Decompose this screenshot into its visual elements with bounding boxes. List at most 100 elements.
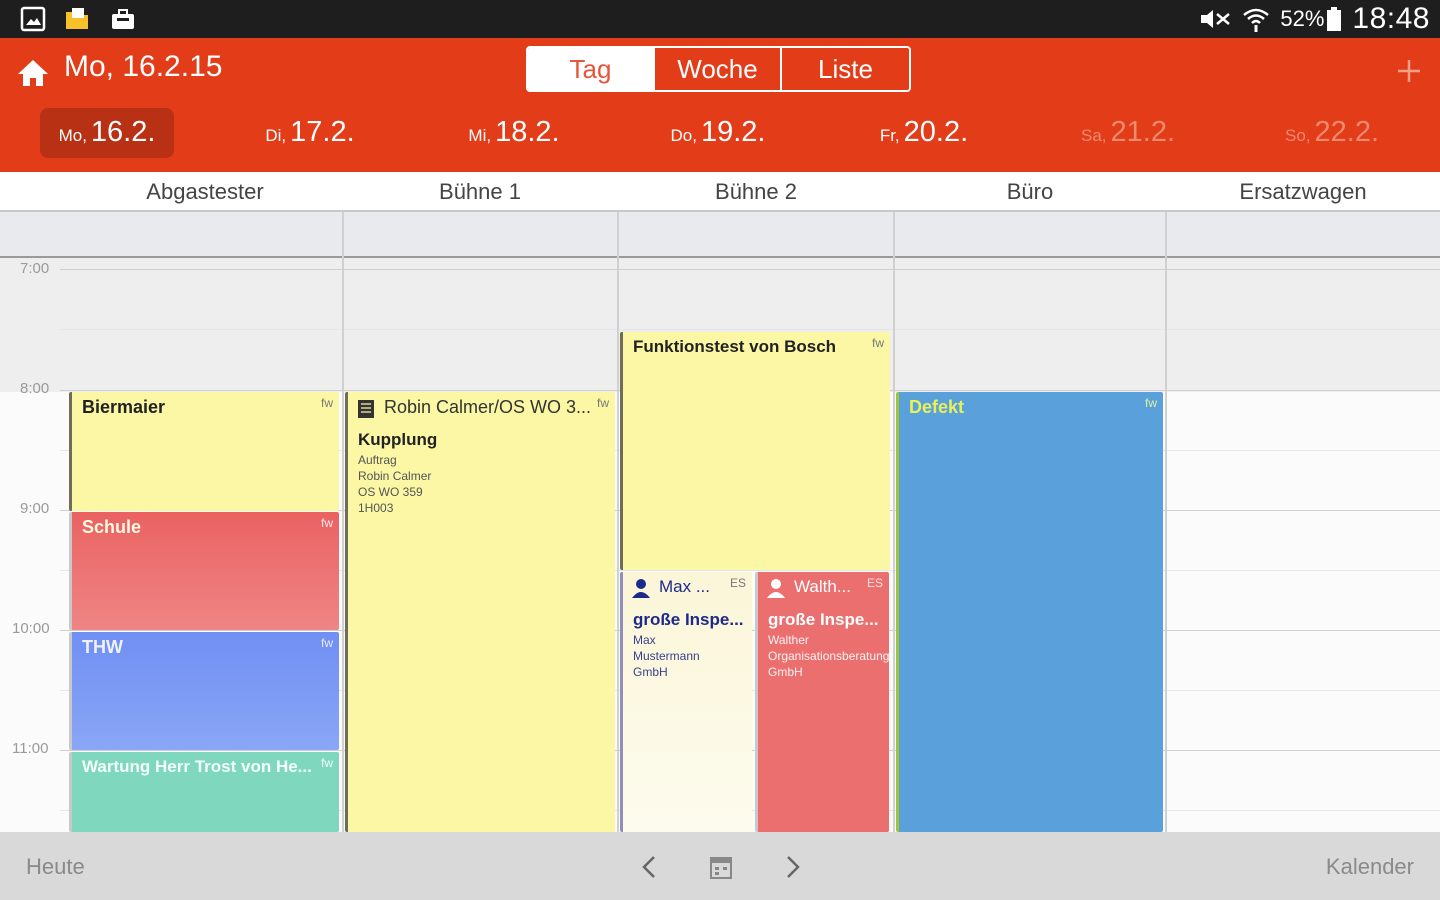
app-header: Mo, 16.2.15 Tag Woche Liste Mo, 16.2. Di… xyxy=(0,38,1440,172)
event-detail-line: 1H003 xyxy=(358,501,394,515)
event-biermaier[interactable]: Biermaier fw xyxy=(69,392,339,511)
event-max-mustermann[interactable]: Max ... ES große Inspe... Max Mustermann… xyxy=(620,572,752,832)
resource-buero: Büro xyxy=(1006,179,1054,204)
event-tag: ES xyxy=(729,576,746,590)
event-detail-line: Max xyxy=(633,633,656,647)
column-divider xyxy=(893,212,895,832)
event-title: Max ... xyxy=(659,577,711,596)
chevron-right-icon[interactable] xyxy=(780,854,804,880)
day-weekday: Mo, xyxy=(58,126,87,145)
day-weekday: Fr, xyxy=(879,126,900,145)
day-fr[interactable]: Fr, 20.2. xyxy=(854,108,994,158)
event-walther[interactable]: Walth... ES große Inspe... Walther Organ… xyxy=(755,572,889,832)
view-switcher: Tag Woche Liste xyxy=(526,46,911,92)
folder-icon xyxy=(66,8,88,29)
resource-buehne-1: Bühne 1 xyxy=(439,179,521,204)
day-weekday: Do, xyxy=(670,126,697,145)
event-title: Funktionstest von Bosch xyxy=(633,337,837,356)
event-schule[interactable]: Schule fw xyxy=(69,512,339,630)
day-so[interactable]: So, 22.2. xyxy=(1262,108,1402,158)
calendar-icon[interactable] xyxy=(709,854,733,880)
event-detail-line: Walther xyxy=(768,633,809,647)
event-tag: fw xyxy=(321,396,333,410)
day-weekday: So, xyxy=(1284,126,1311,145)
day-date: 20.2. xyxy=(903,116,969,148)
calendar-button[interactable]: Kalender xyxy=(1326,854,1414,880)
plus-icon[interactable] xyxy=(1396,58,1422,84)
event-defekt[interactable]: Defekt fw xyxy=(896,392,1163,832)
event-title: Walth... xyxy=(794,577,851,596)
column-divider xyxy=(342,212,344,832)
event-tag: fw xyxy=(1145,396,1157,410)
bottom-bar: Heute Kalender xyxy=(0,832,1440,900)
event-title: THW xyxy=(82,637,123,657)
time-label: 9:00 xyxy=(20,500,50,517)
day-date: 16.2. xyxy=(90,116,156,148)
event-thw[interactable]: THW fw xyxy=(69,632,339,750)
event-detail-line: Organisationsberatung xyxy=(768,649,889,663)
chevron-left-icon[interactable] xyxy=(638,854,662,880)
tab-list[interactable]: Liste xyxy=(782,48,909,90)
event-tag: ES xyxy=(866,576,883,590)
event-details: Auftrag Robin Calmer OS WO 359 1H003 xyxy=(358,452,431,516)
event-tag: fw xyxy=(872,336,884,350)
event-detail-line: Robin Calmer xyxy=(358,469,432,483)
day-date: 21.2. xyxy=(1110,116,1176,148)
battery-icon xyxy=(1327,7,1342,31)
half-hour-line xyxy=(60,329,1440,330)
gallery-icon xyxy=(20,6,46,32)
current-date[interactable]: Mo, 16.2.15 xyxy=(64,50,222,84)
event-subtitle: große Inspe... xyxy=(633,610,744,629)
event-tag: fw xyxy=(321,636,333,650)
event-title: Wartung Herr Trost von He... xyxy=(82,757,312,776)
resource-abgastester: Abgastester xyxy=(146,179,264,204)
all-day-row[interactable] xyxy=(0,212,1440,258)
event-subtitle: große Inspe... xyxy=(768,610,879,629)
day-date: 22.2. xyxy=(1314,116,1380,148)
event-tag: fw xyxy=(321,516,333,530)
event-detail-line: Auftrag xyxy=(358,453,397,467)
event-detail-line: GmbH xyxy=(768,665,803,679)
resource-buehne-2: Bühne 2 xyxy=(715,179,797,204)
day-weekday: Mi, xyxy=(468,126,492,145)
event-detail-line: Mustermann xyxy=(633,649,700,663)
home-icon[interactable] xyxy=(16,58,50,88)
event-title: Robin Calmer/OS WO 3... xyxy=(384,397,592,417)
event-title: Schule xyxy=(82,517,142,537)
event-tag: fw xyxy=(597,396,609,410)
clock: 18:48 xyxy=(1352,2,1430,35)
day-strip: Mo, 16.2. Di, 17.2. Mi, 18.2. Do, 19.2. … xyxy=(0,108,1440,162)
column-divider xyxy=(617,212,619,832)
day-grid[interactable]: 7:00 8:00 9:00 10:00 11:00 Biermaier fw … xyxy=(0,212,1440,832)
day-di[interactable]: Di, 17.2. xyxy=(240,108,380,158)
person-icon xyxy=(632,579,650,598)
day-mi[interactable]: Mi, 18.2. xyxy=(444,108,584,158)
event-funktionstest-bosch[interactable]: Funktionstest von Bosch fw xyxy=(620,332,890,570)
document-icon xyxy=(358,400,374,418)
column-divider xyxy=(1165,212,1167,832)
briefcase-icon xyxy=(112,9,134,29)
tab-day[interactable]: Tag xyxy=(528,48,655,90)
day-mo[interactable]: Mo, 16.2. xyxy=(40,108,174,158)
time-label: 8:00 xyxy=(20,380,50,397)
wifi-icon xyxy=(1243,8,1270,32)
event-robin-calmer[interactable]: Robin Calmer/OS WO 3... fw Kupplung Auft… xyxy=(345,392,615,832)
event-title: Defekt xyxy=(909,397,965,417)
event-subtitle: Kupplung xyxy=(358,430,438,449)
event-title: Biermaier xyxy=(82,397,166,417)
day-do[interactable]: Do, 19.2. xyxy=(648,108,788,158)
event-wartung[interactable]: Wartung Herr Trost von He... fw xyxy=(69,752,339,832)
event-detail-line: GmbH xyxy=(633,665,668,679)
mute-icon xyxy=(1201,10,1231,28)
event-details: Max Mustermann GmbH xyxy=(633,632,700,680)
event-detail-line: OS WO 359 xyxy=(358,485,423,499)
resource-ersatzwagen: Ersatzwagen xyxy=(1239,179,1367,204)
today-button[interactable]: Heute xyxy=(26,854,85,880)
day-date: 19.2. xyxy=(700,116,766,148)
tab-week[interactable]: Woche xyxy=(655,48,782,90)
status-bar: 52% 18:48 xyxy=(0,0,1440,38)
event-tag: fw xyxy=(321,756,333,770)
hour-line xyxy=(60,269,1440,270)
day-sa[interactable]: Sa, 21.2. xyxy=(1058,108,1198,158)
time-label: 10:00 xyxy=(12,620,50,637)
